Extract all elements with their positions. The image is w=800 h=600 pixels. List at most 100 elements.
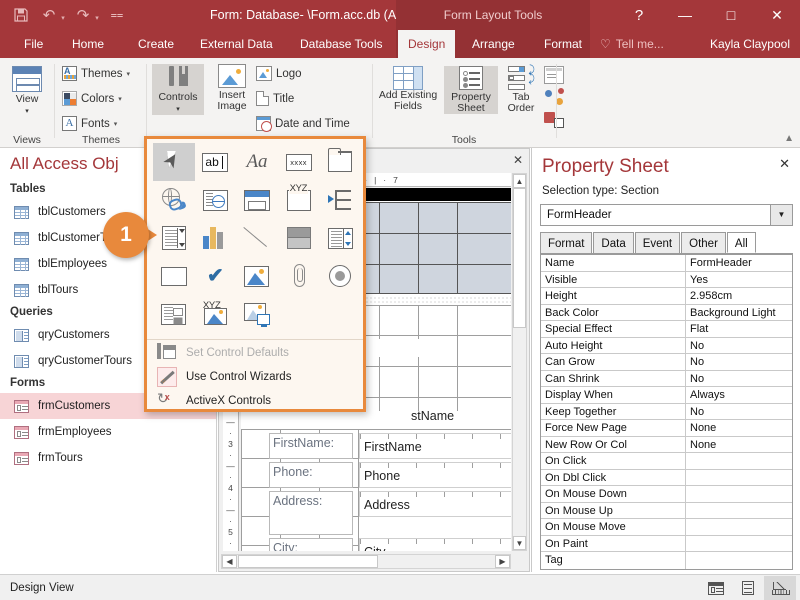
field-label-firstname[interactable]: FirstName: [269,433,353,459]
property-row[interactable]: Force New PageNone [541,420,792,437]
gallery-item-line[interactable] [236,219,278,257]
gallery-item-list-box[interactable] [319,219,361,257]
tab-data[interactable]: Data [593,232,633,253]
user-account-name[interactable]: Kayla Claypool [710,30,790,58]
insert-image-button[interactable]: Insert Image [206,64,258,112]
property-row[interactable]: Can ShrinkNo [541,371,792,388]
property-row[interactable]: Display WhenAlways [541,387,792,404]
nav-group-header-queries[interactable]: Queries [10,306,53,318]
gallery-item-page-break[interactable] [319,181,361,219]
field-value-firstname[interactable]: FirstName [359,433,511,459]
tab-arrange[interactable]: Arrange [462,30,525,58]
property-value[interactable]: No [686,354,792,370]
property-value[interactable]: Yes [686,272,792,288]
field-value-phone[interactable]: Phone [359,462,511,488]
field-lastname[interactable]: stName [407,411,511,425]
gallery-item-chart[interactable] [195,219,237,257]
vertical-scroll-thumb[interactable] [513,188,526,328]
property-value[interactable] [686,552,792,569]
gallery-item-navigation-control[interactable] [236,181,278,219]
date-and-time-button[interactable]: Date and Time [256,116,350,131]
collapse-ribbon-button[interactable]: ▲ [784,133,794,144]
title-button[interactable]: Title [256,91,294,106]
scroll-down-button[interactable]: ▼ [513,536,526,550]
property-row[interactable]: VisibleYes [541,272,792,289]
colors-button[interactable]: Colors ▾ [62,91,122,106]
gallery-item-unbound-object-frame[interactable] [236,257,278,295]
property-row[interactable]: On Mouse Up [541,503,792,520]
property-value[interactable]: No [686,404,792,420]
gallery-item-combo-box[interactable] [153,219,195,257]
customize-qat-icon[interactable]: ⩵ [104,2,130,28]
property-row[interactable]: On Mouse Down [541,486,792,503]
convert-form-macros-icon[interactable] [544,110,564,128]
scroll-left-button[interactable]: ◀ [222,555,237,568]
help-button[interactable]: ? [616,0,662,30]
property-value[interactable] [686,486,792,502]
property-row[interactable]: On Paint [541,536,792,553]
property-row[interactable]: NameFormHeader [541,255,792,272]
gallery-item-button[interactable]: xxxx [278,143,320,181]
property-value[interactable]: Flat [686,321,792,337]
menu-item-activex-controls[interactable]: ↻ ActiveX Controls [147,389,363,413]
canvas-horizontal-scrollbar[interactable]: ◀ ▶ [221,554,511,569]
form-view-button[interactable] [700,576,732,600]
property-value[interactable] [686,453,792,469]
save-icon[interactable] [8,2,34,28]
gallery-item-text-box[interactable]: ab [195,143,237,181]
layout-view-button[interactable] [732,576,764,600]
tab-design[interactable]: Design [398,30,455,58]
selected-object-dropdown[interactable]: FormHeader ▼ [540,204,793,226]
gallery-item-web-browser[interactable] [195,181,237,219]
gallery-item-subform-subreport[interactable] [153,295,195,333]
scroll-up-button[interactable]: ▲ [513,174,526,188]
tell-me-search[interactable]: ♡ Tell me... [600,30,664,58]
horizontal-scroll-thumb[interactable] [238,555,378,568]
tab-event[interactable]: Event [635,232,680,253]
property-row[interactable]: On Dbl Click [541,470,792,487]
tab-file[interactable]: File [14,30,53,58]
property-value[interactable]: None [686,437,792,453]
property-value[interactable]: FormHeader [686,255,792,271]
field-value-address[interactable]: Address [359,491,511,517]
property-row[interactable]: Auto HeightNo [541,338,792,355]
gallery-item-image[interactable] [236,295,278,333]
controls-button[interactable]: Controls ▾ [152,64,204,115]
gallery-item-option-group[interactable]: XYZ [278,181,320,219]
property-row[interactable]: New Row Or ColNone [541,437,792,454]
property-row[interactable]: Back ColorBackground Light [541,305,792,322]
property-sheet-close-button[interactable]: ✕ [779,156,790,172]
property-row[interactable]: Height2.958cm [541,288,792,305]
nav-item-frmemployees[interactable]: frmEmployees [0,419,217,445]
tab-create[interactable]: Create [128,30,184,58]
form-detail-fields-area[interactable]: stName FirstName: FirstName Phone: Phone… [241,411,511,551]
nav-item-frmtours[interactable]: frmTours [0,445,217,471]
gallery-item-bound-object-frame[interactable]: XYZ [195,295,237,333]
nav-group-header-tables[interactable]: Tables [10,183,46,195]
undo-dropdown-icon[interactable]: ▾ [58,2,68,28]
themes-button[interactable]: Themes ▾ [62,66,130,81]
property-value[interactable]: Always [686,387,792,403]
view-button[interactable]: View ▾ [1,66,53,117]
property-value[interactable]: 2.958cm [686,288,792,304]
gallery-item-label[interactable]: Aa [236,143,278,181]
logo-button[interactable]: Logo [256,66,302,81]
chevron-down-icon[interactable]: ▼ [770,205,792,225]
design-view-button[interactable] [764,576,796,600]
gallery-item-select-tool[interactable] [153,143,195,181]
property-value[interactable] [686,470,792,486]
property-row[interactable]: On Mouse Move [541,519,792,536]
field-label-address[interactable]: Address: [269,491,353,535]
view-code-icon[interactable] [544,88,564,106]
property-row[interactable]: Special EffectFlat [541,321,792,338]
navigation-pane-title[interactable]: All Access Obj [10,154,119,174]
close-button[interactable]: ✕ [754,0,800,30]
gallery-item-rectangle[interactable] [153,257,195,295]
redo-dropdown-icon[interactable]: ▾ [92,2,102,28]
property-row[interactable]: Keep TogetherNo [541,404,792,421]
field-label-phone[interactable]: Phone: [269,462,353,488]
gallery-item-toggle-button[interactable] [278,219,320,257]
property-row[interactable]: Can GrowNo [541,354,792,371]
maximize-button[interactable]: □ [708,0,754,30]
property-value[interactable]: No [686,338,792,354]
